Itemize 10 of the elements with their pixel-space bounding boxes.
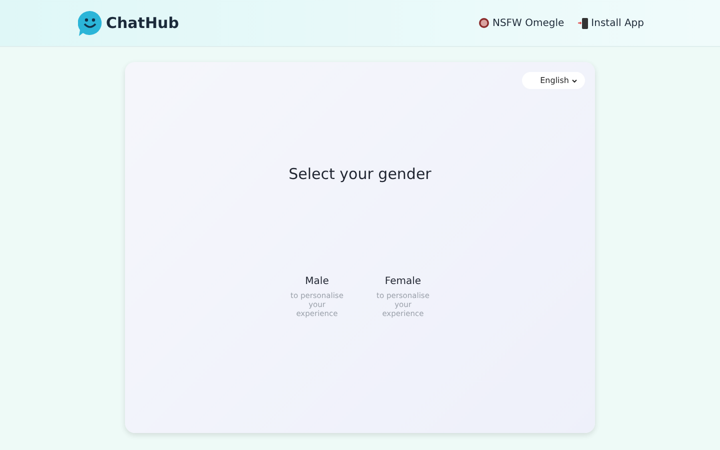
page-title: Select your gender xyxy=(288,165,432,183)
language-dropdown[interactable]: English xyxy=(522,72,585,89)
smiley-chat-icon xyxy=(78,10,102,36)
nav-link[interactable]: NSFW Omegle xyxy=(479,18,564,28)
chevron-down-icon xyxy=(572,78,577,82)
gender-option[interactable]: Female xyxy=(384,276,422,287)
nav-link[interactable]: Install App xyxy=(578,18,644,28)
logo-text[interactable]: ChatHub xyxy=(106,14,179,32)
gender-option[interactable]: Male xyxy=(305,276,329,287)
phone-icon xyxy=(578,18,588,28)
